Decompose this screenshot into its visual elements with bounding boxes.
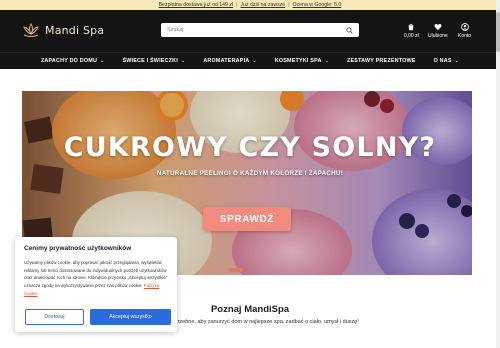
- search-input[interactable]: [167, 27, 346, 33]
- account-button[interactable]: Konto: [458, 23, 471, 39]
- nav-item-label: KOSMETYKI SPA: [274, 58, 322, 64]
- google-rating-link[interactable]: Ocena w Google: 5.0: [293, 2, 342, 8]
- nav-item-about[interactable]: O NAS ⌄: [434, 58, 459, 64]
- site-logo[interactable]: Mandi Spa: [22, 22, 104, 38]
- wishlist-label: Ulubione: [428, 33, 448, 39]
- nav-item-label: O NAS: [433, 58, 452, 64]
- cart-icon: [408, 23, 414, 31]
- separator: |: [236, 2, 238, 8]
- nav-item-label: ZESTAWY PREZENTOWE: [346, 58, 416, 64]
- free-shipping-link[interactable]: Bezpłatna dostawa już od 149 zł: [159, 2, 233, 8]
- scrollbar-thumb[interactable]: [496, 12, 500, 52]
- nav-item-label: AROMATERAPIA: [203, 58, 250, 64]
- cookie-text: Używamy plików cookie, aby poprawić jako…: [24, 259, 168, 298]
- hero-cta-button[interactable]: SPRAWDŹ: [203, 207, 291, 231]
- lotus-logo-icon: [23, 23, 39, 37]
- nav-item-gift-sets[interactable]: ZESTAWY PREZENTOWE: [347, 58, 416, 64]
- chevron-down-icon: ⌄: [252, 58, 257, 64]
- wishlist-button[interactable]: Ulubione: [428, 23, 448, 39]
- announcement-bar: Bezpłatna dostawa już od 149 zł | Już dz…: [0, 0, 500, 10]
- chevron-down-icon: ⌄: [100, 58, 105, 64]
- cart-button[interactable]: 0,00 zł: [404, 23, 419, 39]
- account-label: Konto: [458, 33, 472, 39]
- nav-item-spa-cosmetics[interactable]: KOSMETYKI SPA ⌄: [275, 58, 329, 64]
- page-scrollbar[interactable]: [496, 0, 500, 348]
- cart-total: 0,00 zł: [404, 33, 419, 39]
- nav-item-candles[interactable]: ŚWIECE I ŚWIECZKI ⌄: [122, 58, 185, 64]
- nav-item-label: ZAPACHY DO DOMU: [40, 58, 98, 64]
- separator: |: [288, 2, 290, 8]
- search-bar[interactable]: [161, 23, 359, 37]
- cookie-title: Cenimy prywatność użytkowników: [24, 245, 132, 252]
- cookie-buttons: Dostosuj Akceptuj wszystko: [25, 309, 171, 325]
- hero-title: CUKROWY CZY SOLNY?: [63, 132, 437, 163]
- search-icon[interactable]: [346, 26, 353, 34]
- chevron-down-icon: ⌄: [454, 58, 460, 64]
- cookie-accept-all-button[interactable]: Akceptuj wszystko: [90, 309, 171, 325]
- chevron-down-icon: ⌄: [324, 58, 329, 64]
- nav-item-label: ŚWIECE I ŚWIECZKI: [122, 58, 178, 64]
- carousel-indicator[interactable]: [229, 268, 243, 272]
- cookie-consent-dialog: Cenimy prywatność użytkowników Używamy p…: [15, 237, 177, 332]
- nav-item-home-fragrances[interactable]: ZAPACHY DO DOMU ⌄: [41, 58, 105, 64]
- user-icon: [460, 23, 469, 31]
- cookie-customize-button[interactable]: Dostosuj: [25, 309, 84, 325]
- hero-subtitle: NATURALNE PEELINGI O KAŻDYM KOLORZE I ZA…: [156, 170, 344, 177]
- site-header: Mandi Spa 0,00 zł Ulubione Konto: [0, 10, 500, 52]
- chevron-down-icon: ⌄: [180, 58, 186, 64]
- nav-item-aromatherapy[interactable]: AROMATERAPIA ⌄: [203, 58, 256, 64]
- main-nav: ZAPACHY DO DOMU ⌄ ŚWIECE I ŚWIECZKI ⌄ AR…: [0, 52, 500, 69]
- gift-link[interactable]: Już dziś na zawsze: [240, 2, 285, 8]
- section-text: otrzebne, aby zanurzyć dom w najlepsze s…: [173, 319, 359, 325]
- heart-icon: [434, 23, 442, 31]
- logo-text: Mandi Spa: [45, 23, 105, 37]
